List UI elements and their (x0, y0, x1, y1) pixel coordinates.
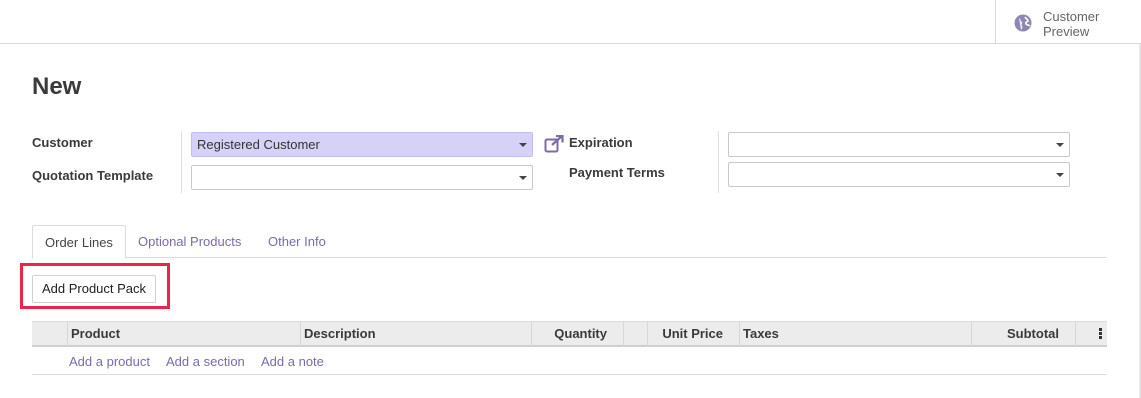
payment-terms-label: Payment Terms (569, 165, 665, 180)
order-lines-header: Product Description Quantity Unit Price … (32, 321, 1107, 347)
kebab-menu-icon[interactable] (1099, 328, 1103, 340)
payment-terms-field[interactable] (728, 162, 1070, 187)
add-product-link[interactable]: Add a product (69, 354, 150, 369)
page-title: New (32, 73, 82, 100)
tab-order-lines[interactable]: Order Lines (32, 225, 126, 259)
expiration-label: Expiration (569, 135, 633, 150)
quotation-template-label: Quotation Template (32, 168, 154, 183)
quotation-template-field[interactable] (191, 165, 533, 190)
tab-other-info[interactable]: Other Info (256, 225, 338, 258)
add-product-pack-button[interactable]: Add Product Pack (32, 275, 156, 303)
control-panel: Customer Preview (0, 0, 1141, 44)
column-unit-price[interactable]: Unit Price (647, 322, 739, 346)
tab-optional-products[interactable]: Optional Products (126, 225, 253, 258)
expiration-field[interactable] (728, 132, 1070, 157)
column-quantity[interactable]: Quantity (531, 322, 623, 346)
column-spacer (623, 322, 647, 346)
column-product[interactable]: Product (67, 322, 300, 346)
column-options (1075, 322, 1107, 346)
customer-field[interactable]: Registered Customer (191, 132, 533, 157)
customer-label: Customer (32, 135, 93, 150)
chevron-down-icon (1056, 173, 1064, 177)
chevron-down-icon (1056, 143, 1064, 147)
handle-column (32, 322, 67, 346)
chevron-down-icon (519, 143, 527, 147)
column-subtotal[interactable]: Subtotal (971, 322, 1075, 346)
field-separator (718, 131, 719, 193)
add-line-row: Add a product Add a section Add a note (32, 348, 1107, 375)
customer-preview-button[interactable]: Customer Preview (995, 0, 1141, 43)
customer-preview-label: Customer Preview (1043, 9, 1100, 39)
notebook-tabs: Order Lines Optional Products Other Info (32, 225, 1107, 259)
column-description[interactable]: Description (300, 322, 531, 346)
add-section-link[interactable]: Add a section (166, 354, 245, 369)
add-note-link[interactable]: Add a note (261, 354, 324, 369)
external-link-icon[interactable] (544, 135, 564, 153)
chevron-down-icon (519, 176, 527, 180)
column-taxes[interactable]: Taxes (739, 322, 971, 346)
field-separator (181, 131, 182, 193)
globe-icon (1014, 14, 1032, 32)
